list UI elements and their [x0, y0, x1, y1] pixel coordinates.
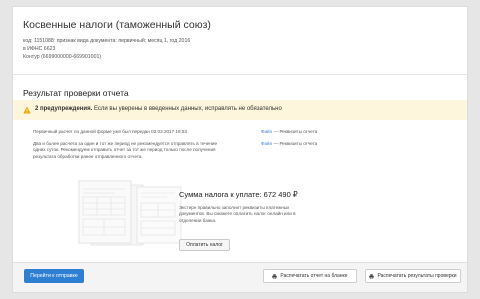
document-illustration: [78, 180, 182, 246]
warning-bar: 2 предупреждения. Если вы уверены в введ…: [13, 100, 467, 120]
report-meta-code: код: 1151088: признак вида документа: пе…: [23, 38, 191, 44]
pay-tax-button[interactable]: Оплатить налог: [179, 239, 230, 251]
file-link-requisites[interactable]: — Реквизиты отчета: [272, 129, 318, 134]
print-blank-button[interactable]: Распечатать отчет на бланке: [263, 269, 357, 283]
message-text: Первичный расчет по данной форме уже был…: [33, 129, 187, 134]
warning-text: 2 предупреждения. Если вы уверены в введ…: [35, 106, 282, 112]
warning-count: 2 предупреждения.: [35, 106, 93, 112]
footer-bar: Перейти к отправке Распечатать отчет на …: [13, 262, 467, 292]
file-link-label[interactable]: Файл: [261, 141, 272, 146]
file-link-requisites[interactable]: — Реквизиты отчета: [272, 141, 318, 146]
print-results-button[interactable]: Распечатать результаты проверки: [365, 269, 461, 283]
tax-description: Экстерн правильно заполнит реквизиты пла…: [179, 205, 296, 223]
go-to-send-button[interactable]: Перейти к отправке: [24, 269, 84, 283]
report-meta-org: Контур (6699000000-669901001): [23, 54, 102, 60]
file-link[interactable]: Файл — Реквизиты отчета: [261, 129, 317, 134]
section-title: Результат проверки отчета: [23, 88, 129, 98]
file-link[interactable]: Файл — Реквизиты отчета: [261, 141, 317, 146]
printer-icon: [272, 273, 278, 279]
divider: [13, 74, 467, 75]
print-blank-label[interactable]: Распечатать отчет на бланке: [280, 273, 347, 279]
printer-icon: [369, 273, 375, 279]
report-check-card: Косвенные налоги (таможенный союз) код: …: [12, 6, 468, 293]
warning-icon: [23, 106, 31, 114]
file-link-label[interactable]: Файл: [261, 129, 272, 134]
page-title: Косвенные налоги (таможенный союз): [23, 19, 211, 31]
tax-amount-title: Сумма налога к уплате: 672 490 ₽: [179, 190, 298, 199]
message-text: Два и более расчета за один и тот же пер…: [33, 141, 218, 159]
report-meta-ifns: в ИФНС 6623: [23, 46, 56, 52]
warning-hint: Если вы уверены в введенных данных, испр…: [92, 106, 282, 112]
print-results-label[interactable]: Распечатать результаты проверки: [377, 273, 456, 279]
